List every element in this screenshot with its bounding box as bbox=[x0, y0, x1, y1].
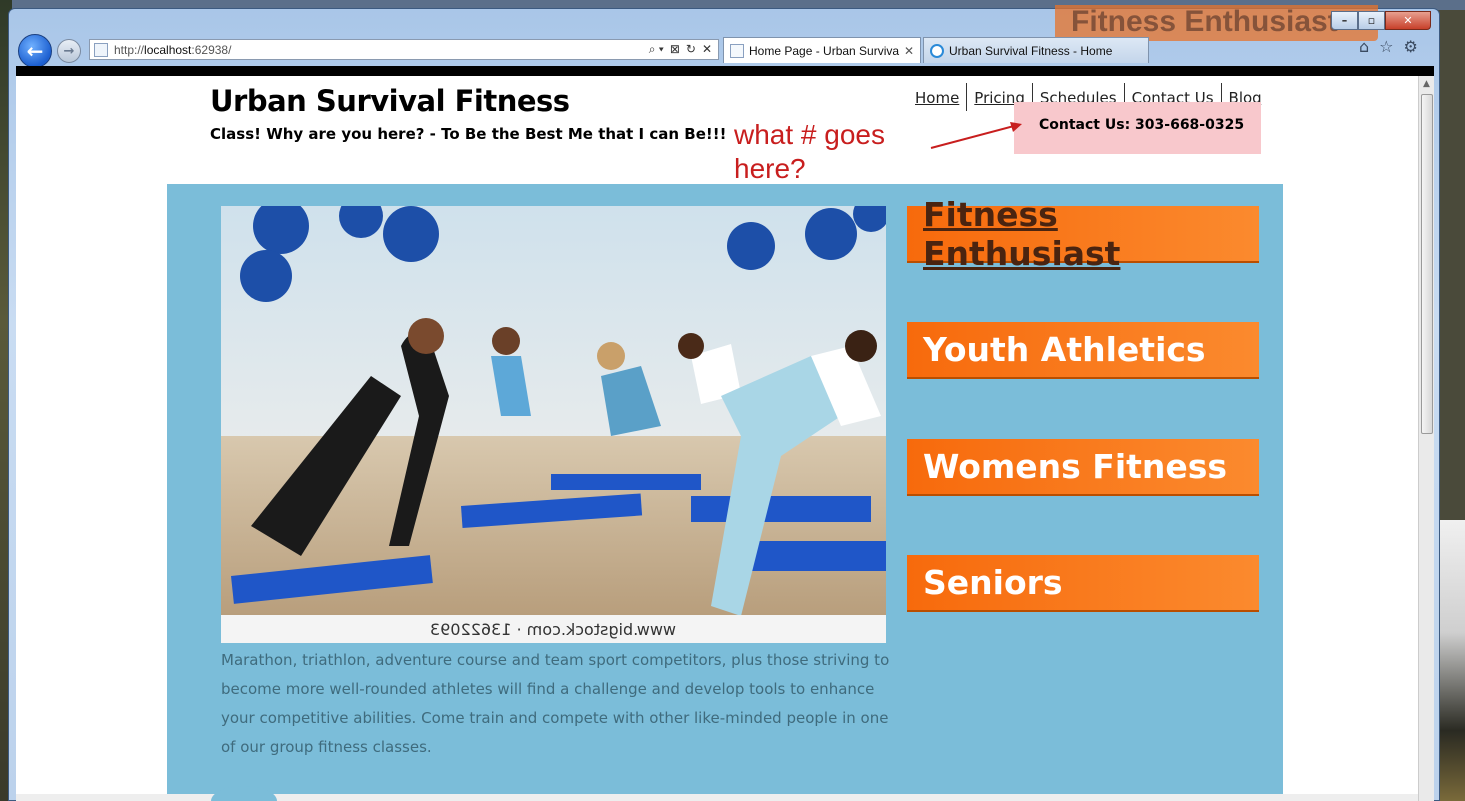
favorites-star-icon[interactable]: ☆ bbox=[1379, 37, 1393, 56]
stop-icon[interactable]: ✕ bbox=[702, 42, 712, 57]
refresh-icon[interactable]: ↻ bbox=[686, 42, 696, 57]
minimize-button[interactable]: – bbox=[1331, 11, 1358, 30]
url-host: localhost bbox=[144, 42, 192, 57]
page-icon bbox=[94, 42, 108, 57]
scroll-up-icon[interactable]: ▲ bbox=[1419, 76, 1434, 92]
program-womens-fitness[interactable]: Womens Fitness bbox=[907, 439, 1259, 496]
fitness-class-photo bbox=[221, 206, 886, 616]
annotation-note: what # goes here? bbox=[734, 119, 885, 184]
back-button[interactable]: ← bbox=[18, 34, 52, 68]
menu-item-home[interactable]: Home bbox=[908, 83, 968, 111]
vertical-scrollbar[interactable]: ▲ bbox=[1418, 76, 1434, 801]
tab-urban-survival-fitness[interactable]: Urban Survival Fitness - Home bbox=[923, 37, 1149, 63]
scrollbar-thumb[interactable] bbox=[1421, 94, 1433, 434]
page-top-bar bbox=[16, 66, 1434, 76]
desktop-background-right bbox=[1438, 520, 1465, 801]
program-fitness-enthusiast[interactable]: Fitness Enthusiast bbox=[907, 195, 1259, 273]
url-text[interactable]: http://localhost:62938/ bbox=[114, 43, 649, 57]
tab-home-page[interactable]: Home Page - Urban Surviva... ✕ bbox=[723, 37, 921, 63]
browser-window: Fitness Enthusiast – ▫ ✕ ← → http://loca… bbox=[8, 5, 1440, 801]
program-youth-athletics[interactable]: Youth Athletics bbox=[907, 322, 1259, 379]
address-bar[interactable]: http://localhost:62938/ ⌕ ▾ ⊠ ↻ ✕ bbox=[89, 39, 719, 60]
intro-paragraph: Marathon, triathlon, adventure course an… bbox=[221, 651, 890, 756]
address-tools: ⌕ ▾ ⊠ ↻ ✕ bbox=[649, 42, 718, 57]
contact-phone-box: Contact Us: 303-668-0325 bbox=[1014, 102, 1261, 154]
window-controls: – ▫ ✕ bbox=[1331, 11, 1431, 31]
close-window-button[interactable]: ✕ bbox=[1385, 11, 1431, 30]
back-arrow-icon: ← bbox=[26, 39, 44, 63]
program-seniors[interactable]: Seniors bbox=[907, 555, 1259, 612]
home-icon[interactable]: ⌂ bbox=[1359, 37, 1369, 56]
maximize-button[interactable]: ▫ bbox=[1358, 11, 1385, 30]
forward-button[interactable]: → bbox=[57, 39, 81, 63]
featured-section: www.bigstock.com · 13622093 Marathon, tr… bbox=[167, 184, 1283, 801]
annotation-arrow-icon bbox=[930, 122, 1022, 149]
settings-gear-icon[interactable]: ⚙ bbox=[1404, 37, 1418, 56]
background-window-title: Fitness Enthusiast bbox=[1055, 5, 1378, 41]
site-title: Urban Survival Fitness bbox=[210, 84, 570, 118]
page-icon bbox=[730, 43, 744, 58]
page-viewport: Urban Survival Fitness Class! Why are yo… bbox=[16, 66, 1434, 801]
site-tagline: Class! Why are you here? - To Be the Bes… bbox=[210, 125, 727, 143]
hero-image: www.bigstock.com · 13622093 bbox=[221, 206, 886, 643]
ie-icon bbox=[930, 43, 944, 58]
close-tab-icon[interactable]: ✕ bbox=[904, 44, 914, 58]
forward-arrow-icon: → bbox=[63, 43, 75, 59]
tab-title: Home Page - Urban Surviva... bbox=[749, 43, 900, 58]
compatibility-icon[interactable]: ⊠ bbox=[670, 42, 680, 57]
tab-title: Urban Survival Fitness - Home bbox=[949, 43, 1113, 58]
image-watermark: www.bigstock.com · 13622093 bbox=[221, 615, 886, 643]
browser-toolbar-icons: ⌂ ☆ ⚙ bbox=[1359, 37, 1418, 56]
search-icon[interactable]: ⌕ ▾ bbox=[649, 42, 664, 57]
